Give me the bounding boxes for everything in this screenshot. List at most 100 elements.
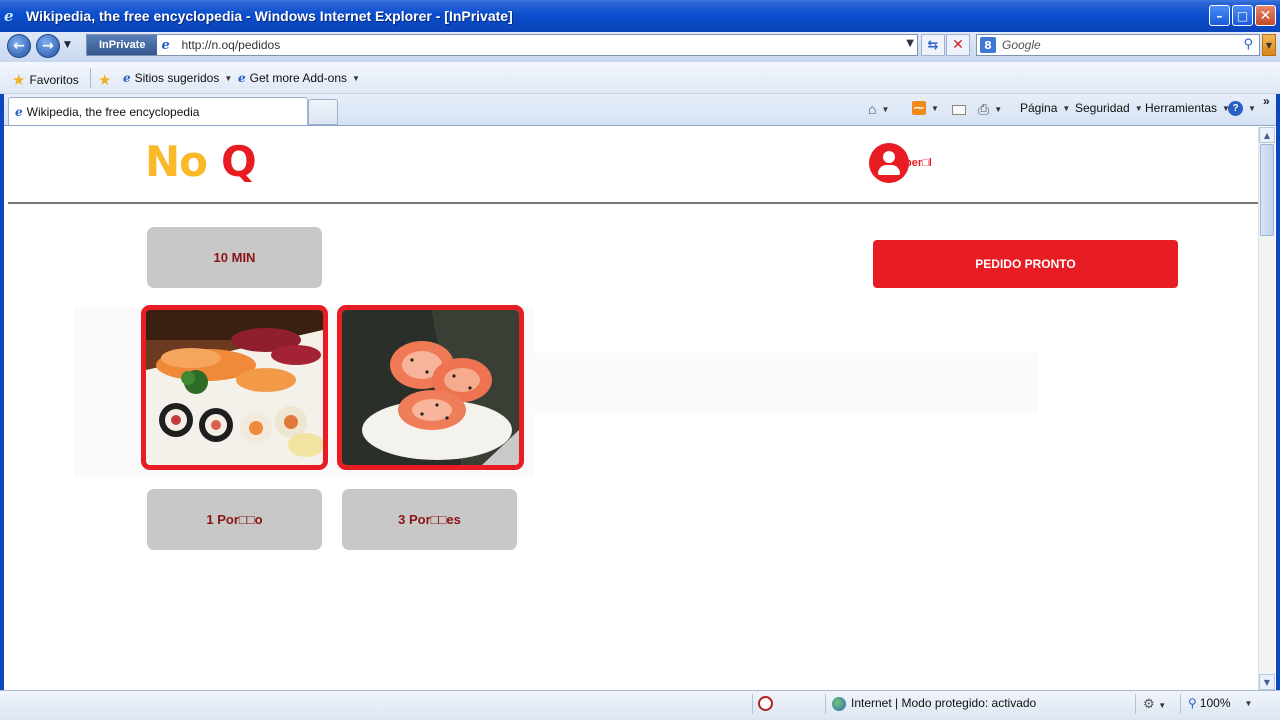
status-bar: Internet | Modo protegido: activado ⚙ ▼ … [0,690,1280,720]
sushi-platter-image [146,310,323,465]
help-icon: ? [1228,101,1243,116]
favorites-label: Favoritos [29,73,79,87]
security-zone-label: Internet | Modo protegido: activado [851,696,1037,710]
zoom-control[interactable]: ⚲ 100% ▼ [1188,696,1252,710]
home-button[interactable]: ⌂ ▼ [868,101,889,117]
ie-logo-icon: e [4,7,14,25]
back-button[interactable]: ← [7,34,31,58]
site-logo[interactable]: No Q [145,137,257,186]
rss-feed-icon: ⁓ [912,101,926,115]
scroll-up-button[interactable]: ▲ [1259,127,1275,143]
stop-icon: ✕ [952,37,964,53]
shrimp-temaki-image [342,310,519,465]
tab-label: Wikipedia, the free encyclopedia [26,104,200,119]
chevron-down-icon: ▼ [352,73,360,83]
tools-menu-label: Herramientas [1145,101,1218,115]
chevron-down-icon: ▼ [1134,103,1143,113]
status-separator [1180,694,1181,714]
favorites-star-icon: ★ [12,72,26,89]
home-icon: ⌂ [868,101,877,117]
add-favorite-button[interactable]: ★ [98,71,115,89]
content-panel-secondary [524,353,1038,413]
recent-pages-dropdown[interactable]: ▼ [64,40,71,50]
new-tab-button[interactable] [308,99,338,125]
chevron-down-icon: ▼ [1158,701,1167,710]
profile-link[interactable]: per□l [869,143,932,183]
chevron-down-icon: ▼ [1244,698,1253,708]
user-avatar-icon [869,143,909,183]
url-text[interactable]: http://n.oq/pedidos [181,38,280,52]
food-image-shrimp-temaki[interactable] [337,305,524,470]
favorites-item-label: Sitios sugeridos [134,71,220,85]
favorites-item-add-ons[interactable]: e Get more Add-ons ▼ [238,71,360,85]
status-separator [1135,694,1136,714]
search-box[interactable]: 8 Google ⚲ [976,34,1260,56]
time-estimate-button[interactable]: 10 MIN [147,227,322,288]
favorites-item-suggested-sites[interactable]: e Sitios sugeridos ▼ [123,71,232,85]
food-image-sushi-platter[interactable] [141,305,328,470]
search-options-dropdown[interactable]: ▼ [1262,34,1276,56]
status-separator [752,694,753,714]
tools-menu[interactable]: Herramientas ▼ [1145,101,1230,115]
logo-no: No [145,137,208,186]
privacy-report-icon[interactable] [758,696,773,711]
chevron-down-icon: ▼ [994,105,1003,114]
printer-icon: ⎙ [978,101,990,117]
help-menu[interactable]: ? ▼ [1228,101,1256,116]
search-icon[interactable]: ⚲ [1243,37,1253,52]
chevron-down-icon: ▼ [224,73,233,83]
navigation-bar: ← → ▼ InPrivate e http://n.oq/pedidos ▼ … [0,32,1280,62]
refresh-icon: ⇆ [927,37,939,53]
status-separator [825,694,826,714]
search-input[interactable]: Google [1002,38,1041,52]
security-zone[interactable]: Internet | Modo protegido: activado [832,696,1036,711]
close-button[interactable]: ✕ [1255,5,1276,26]
tab-wikipedia[interactable]: e Wikipedia, the free encyclopedia [8,97,308,125]
window-frame-right [1276,94,1280,720]
page-viewport: No Q per□l 10 MIN PEDIDO PRONTO 1 Por□□o… [4,127,1258,690]
inprivate-badge[interactable]: InPrivate [87,35,158,55]
protected-mode-icon[interactable]: ⚙ ▼ [1143,696,1166,712]
security-menu-label: Seguridad [1075,101,1130,115]
ie-page-icon: e [15,104,23,119]
scroll-thumb[interactable] [1260,144,1274,236]
print-button[interactable]: ⎙ ▼ [978,101,1002,118]
vertical-scrollbar[interactable]: ▲ ▼ [1258,127,1275,690]
page-icon: e [161,37,170,53]
favorites-button[interactable]: ★ Favoritos [12,71,79,89]
page-menu[interactable]: Página ▼ [1020,101,1070,115]
maximize-button[interactable]: □ [1232,5,1253,26]
ie-page-icon: e [238,71,246,85]
page-menu-label: Página [1020,101,1058,115]
chevron-down-icon: ▼ [931,103,939,113]
internet-globe-icon [832,696,846,711]
security-menu[interactable]: Seguridad ▼ [1075,101,1143,115]
forward-button[interactable]: → [36,34,60,58]
window-controls: – □ ✕ [1209,5,1276,26]
portion-3-button[interactable]: 3 Por□□es [342,489,517,550]
order-ready-button[interactable]: PEDIDO PRONTO [873,240,1178,288]
scroll-down-button[interactable]: ▼ [1259,674,1275,690]
mail-icon [952,105,966,115]
address-dropdown-icon[interactable]: ▼ [906,38,914,49]
forward-icon: → [42,38,54,54]
back-icon: ← [13,38,25,54]
address-bar[interactable]: InPrivate e http://n.oq/pedidos ▼ [86,34,918,56]
favorites-separator [90,68,91,88]
profile-label: per□l [905,157,932,169]
chevron-down-icon: ▼ [881,104,890,114]
zoom-icon: ⚲ [1188,696,1197,710]
add-favorite-star-icon: ★ [98,72,112,89]
favorites-item-label: Get more Add-ons [249,71,348,85]
refresh-button[interactable]: ⇆ [921,34,945,56]
read-mail-button[interactable] [952,105,966,115]
ie-page-icon: e [123,71,131,85]
stop-button[interactable]: ✕ [946,34,970,56]
minimize-button[interactable]: – [1209,5,1230,26]
more-commands-chevron-icon[interactable]: » [1263,94,1270,108]
feeds-button[interactable]: ⁓ ▼ [912,101,939,115]
logo-q: Q [221,137,257,186]
favorites-bar: ★ Favoritos ★ e Sitios sugeridos ▼ e Get… [0,62,1280,94]
header-divider [8,202,1258,204]
portion-1-button[interactable]: 1 Por□□o [147,489,322,550]
